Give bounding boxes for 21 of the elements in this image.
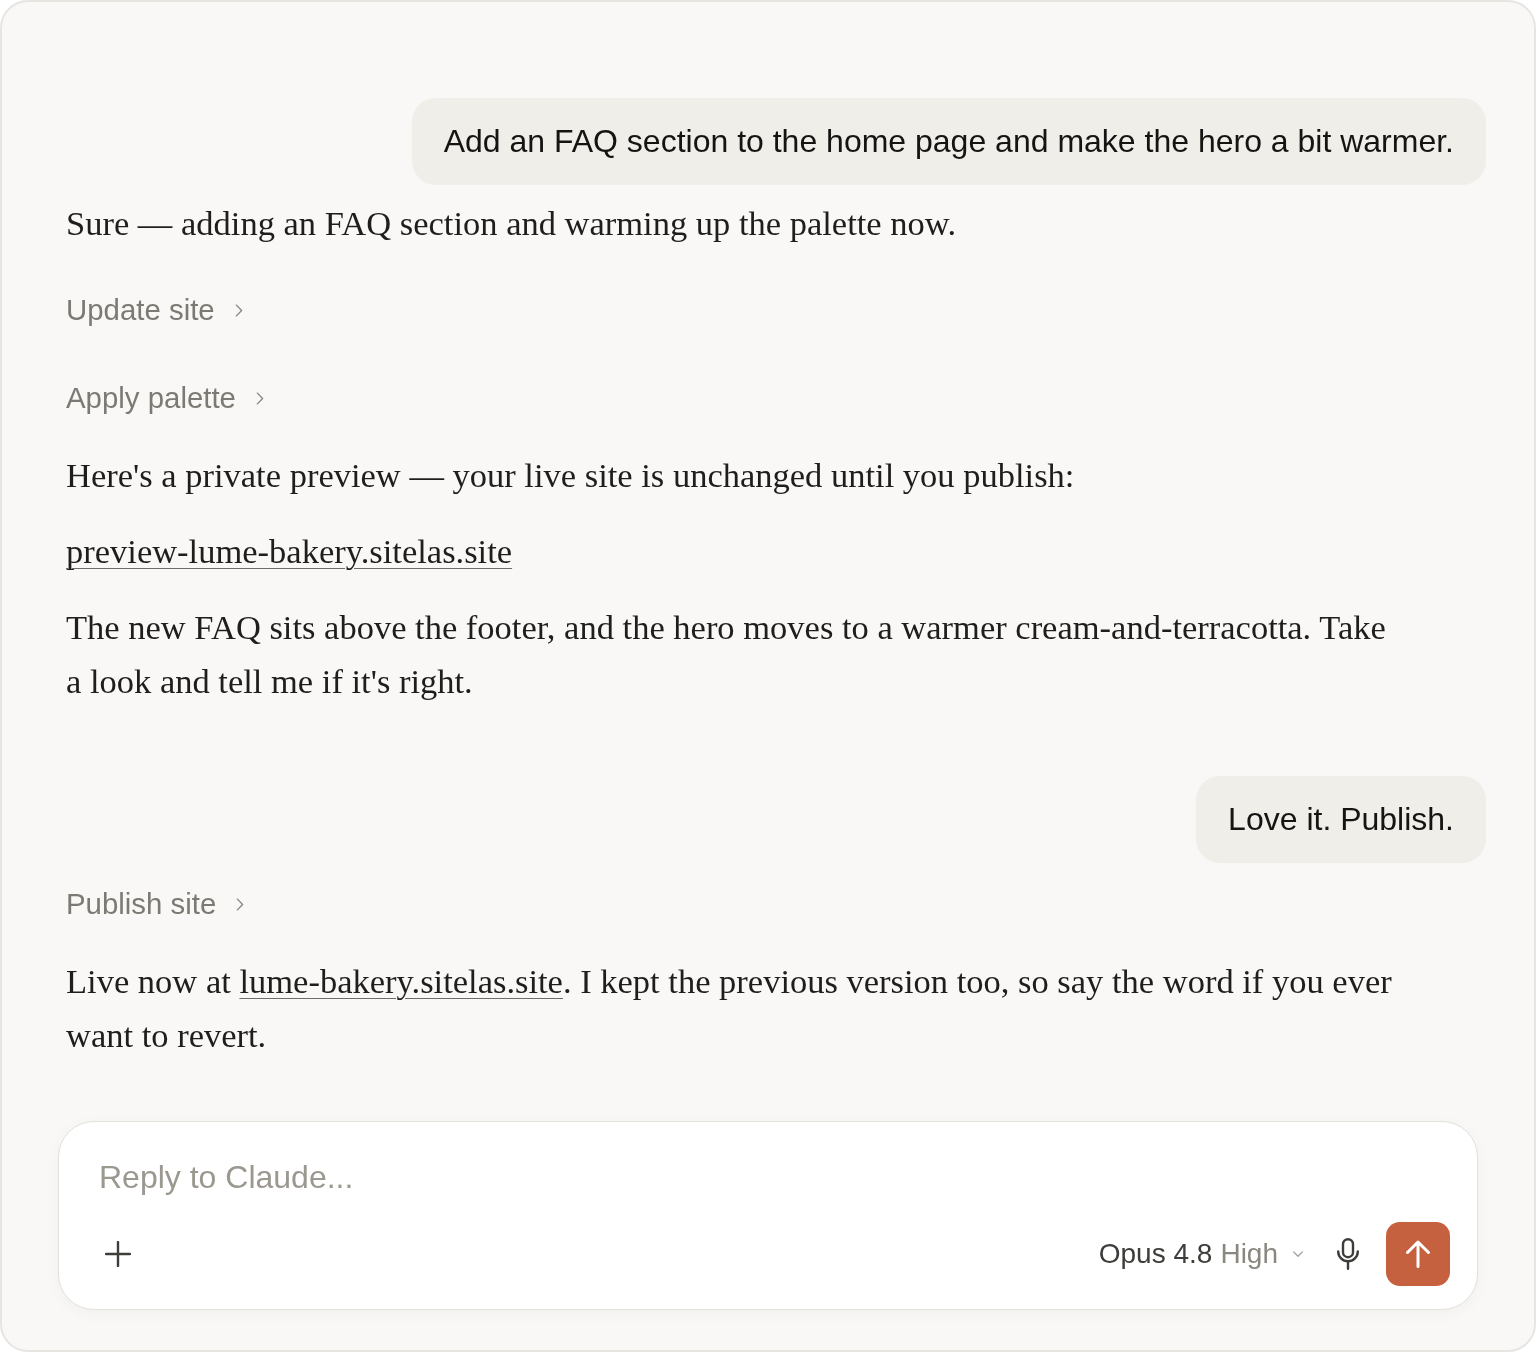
chevron-right-icon (234, 303, 243, 317)
plus-icon[interactable] (105, 1241, 131, 1267)
site-link[interactable]: lume-bakery.sitelas.site (239, 962, 563, 1000)
model-selector[interactable]: Opus 4.8 High (1098, 1236, 1304, 1272)
assistant-message: The new FAQ sits above the footer, and the hero moves to a warmer cream-and-terracotta. Take a look and tell me if it's right. (66, 607, 1387, 702)
send-button[interactable] (1386, 1222, 1450, 1286)
reply-input[interactable]: Reply to Claude... (99, 1155, 1450, 1199)
tool-step-button[interactable]: Publish site (66, 882, 245, 926)
microphone-icon[interactable] (1336, 1238, 1360, 1270)
arrow-up-icon (1405, 1240, 1431, 1268)
tool-step-button[interactable]: Apply palette (66, 376, 264, 420)
user-message-bubble: Add an FAQ section to the home page and make the hero a bit warmer. (411, 98, 1486, 185)
preview-link[interactable]: preview-lume-bakery.sitelas.site (66, 532, 513, 570)
user-message-bubble: Love it. Publish. (1196, 776, 1486, 863)
assistant-message: Here's a private preview — your live site is unchanged until you publish: (66, 455, 1075, 496)
assistant-message: Sure — adding an FAQ section and warming up the palette now. (66, 203, 957, 244)
chevron-right-icon (236, 897, 245, 911)
caret-icon (1292, 1250, 1304, 1258)
tool-step-button[interactable]: Update site (66, 288, 243, 332)
chevron-right-icon (255, 391, 264, 405)
assistant-message: Live now at lume-bakery.sitelas.site. I kept the previous version too, so say the word if you ever want to revert. (66, 961, 1393, 1056)
